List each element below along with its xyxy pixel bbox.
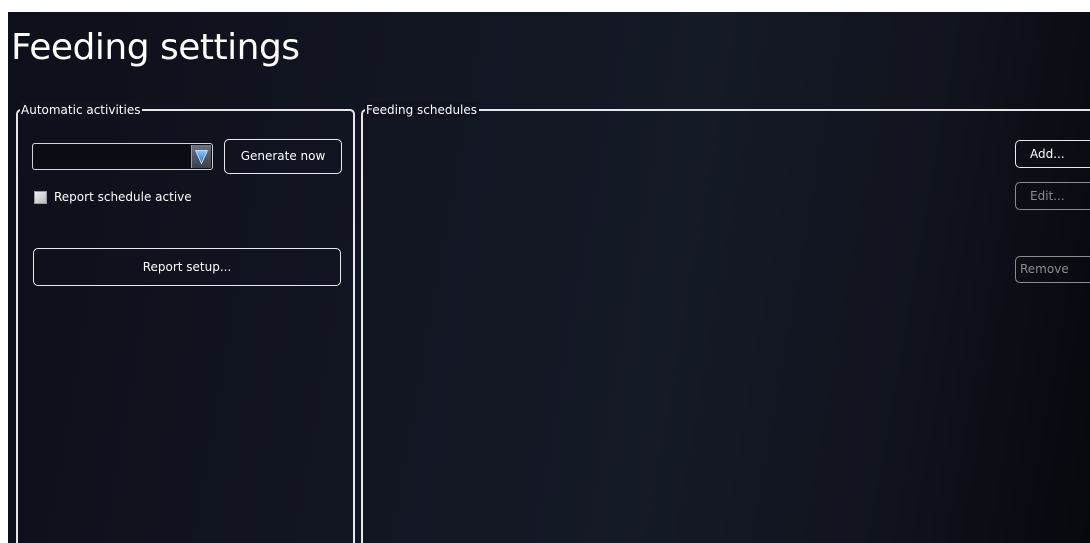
dropdown-arrow-icon[interactable] bbox=[191, 145, 211, 168]
generate-now-button[interactable]: Generate now bbox=[224, 139, 342, 174]
report-setup-button-frame[interactable]: Report setup... bbox=[33, 248, 341, 286]
add-schedule-button[interactable]: Add... bbox=[1015, 140, 1090, 168]
feeding-settings-window: Feeding settings Automatic activities Ge… bbox=[8, 12, 1090, 543]
feeding-schedules-legend: Feeding schedules bbox=[365, 102, 480, 118]
automatic-activities-legend: Automatic activities bbox=[20, 102, 143, 118]
report-schedule-active-label[interactable]: Report schedule active bbox=[54, 189, 192, 205]
report-schedule-active-checkbox[interactable] bbox=[34, 191, 47, 204]
edit-schedule-button[interactable]: Edit... bbox=[1015, 182, 1090, 210]
automatic-activities-group: Automatic activities Generate now Report… bbox=[16, 102, 355, 543]
report-setup-label: Report setup... bbox=[142, 260, 232, 274]
remove-schedule-button[interactable]: Remove bbox=[1015, 256, 1090, 283]
screen: Feeding settings Automatic activities Ge… bbox=[0, 0, 1090, 543]
feeding-schedules-group: Feeding schedules bbox=[361, 102, 1090, 543]
triangle-down-icon bbox=[195, 149, 208, 164]
report-type-select[interactable] bbox=[32, 143, 213, 170]
page-title: Feeding settings bbox=[11, 27, 300, 68]
